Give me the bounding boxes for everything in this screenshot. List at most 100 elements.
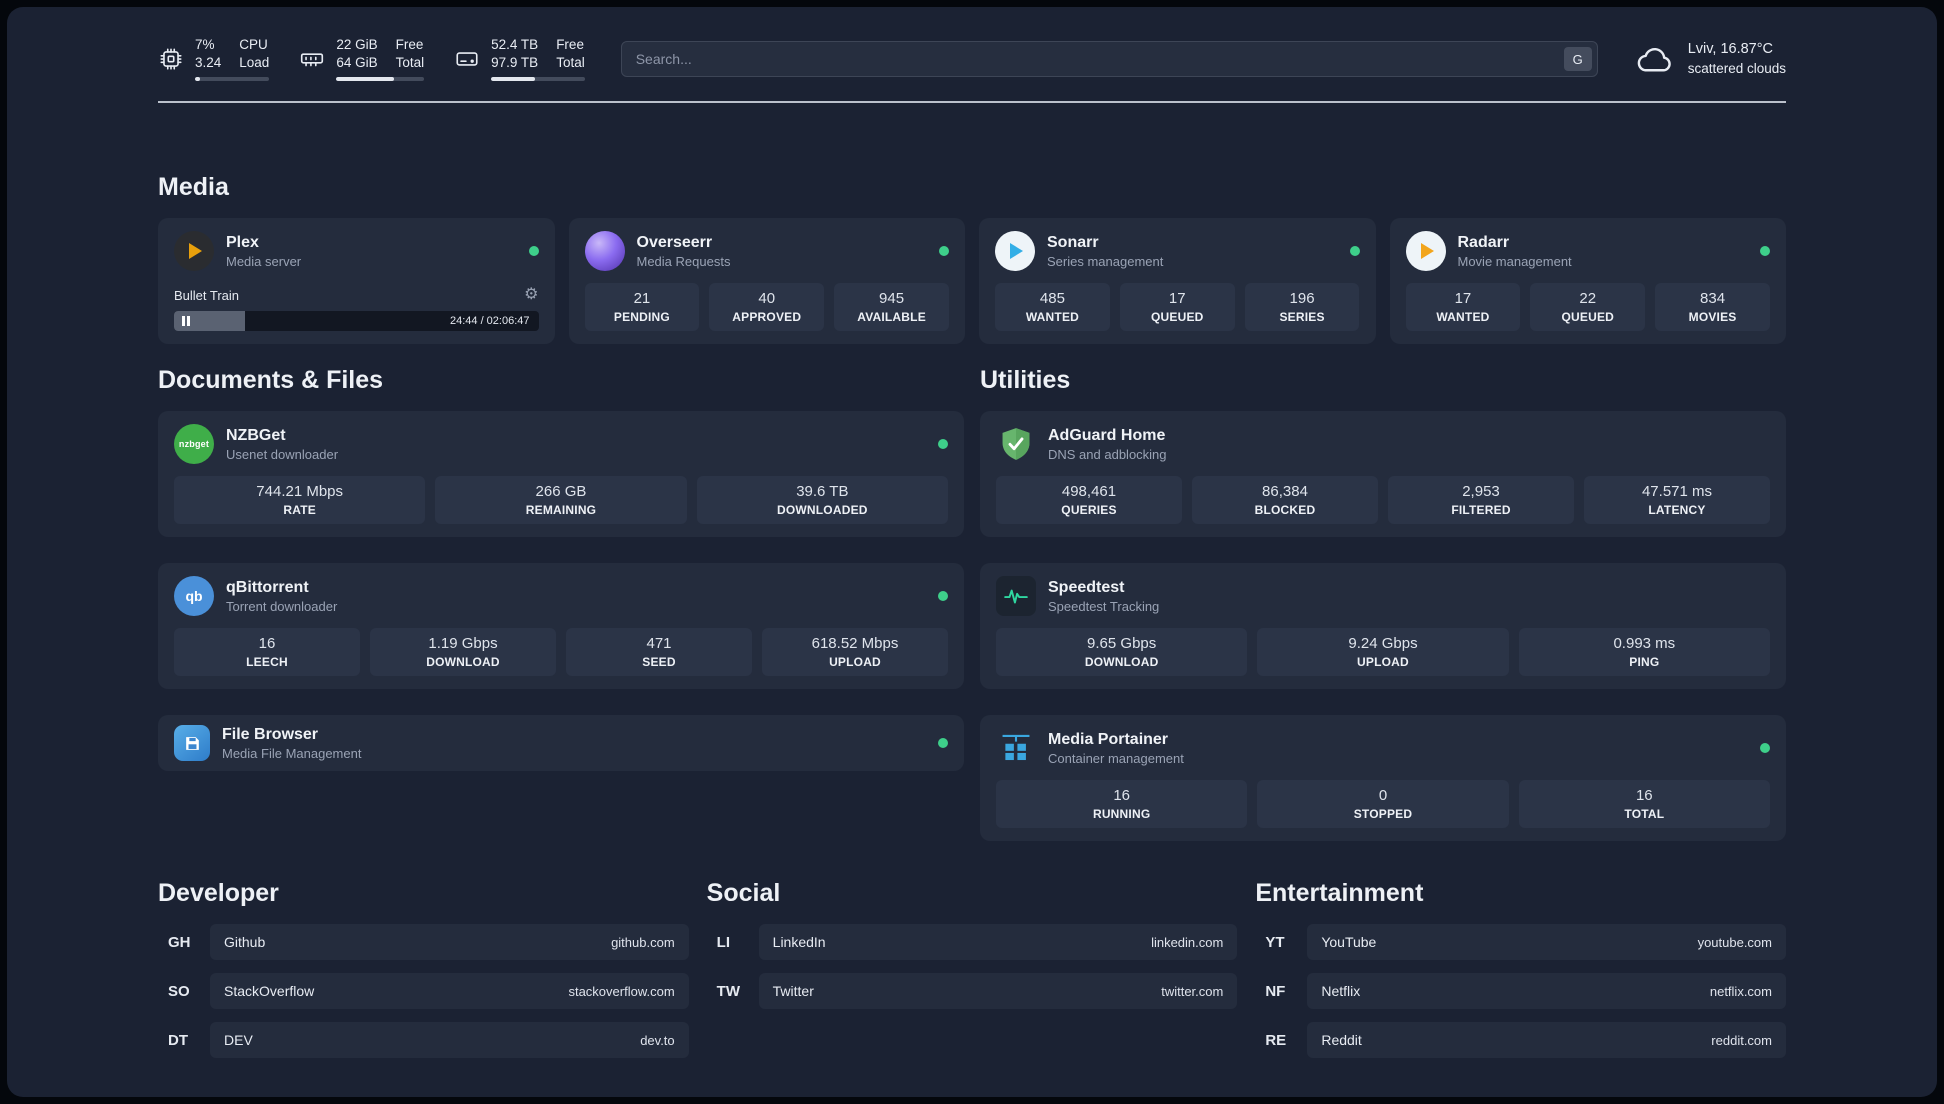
stat-label: QUEUED — [1561, 310, 1615, 325]
stat-value: 0.993 ms — [1613, 635, 1676, 653]
bookmark-twitter[interactable]: TW Twitter twitter.com — [707, 973, 1238, 1010]
stat-tile: 1.19 Gbps DOWNLOAD — [370, 628, 556, 677]
app-name: Sonarr — [1047, 233, 1099, 251]
gear-icon[interactable]: ⚙ — [524, 287, 538, 303]
status-dot — [938, 591, 948, 602]
radarr-card[interactable]: Radarr Movie management 17 WANTED 22 QUEUE… — [1389, 218, 1786, 345]
cpu-load-value: 3.24 — [195, 55, 222, 71]
bookmark-github[interactable]: GH Github github.com — [158, 924, 689, 961]
stat-value: 196 — [1289, 290, 1315, 308]
app-subtitle: Series management — [1047, 253, 1164, 269]
app-name: Overseerr — [636, 233, 713, 251]
bookmark-stackoverflow[interactable]: SO StackOverflow stackoverflow.com — [158, 973, 689, 1010]
cpu-widget: 7% CPU 3.24 Load — [158, 37, 270, 82]
bookmark-abbr: DT — [168, 1031, 188, 1049]
speedtest-graph-icon — [996, 576, 1036, 617]
stat-tile: 86,384 BLOCKED — [1192, 476, 1378, 525]
pause-button[interactable] — [182, 316, 190, 327]
status-dot — [1760, 246, 1770, 257]
section-media: Media Plex Media server Bullet Train ⚙ 2… — [158, 173, 1786, 345]
stat-tile: 17 WANTED — [1405, 283, 1521, 332]
qbittorrent-card[interactable]: qb qBittorrent Torrent downloader 16 LEEC… — [158, 563, 964, 690]
adguard-card[interactable]: AdGuard Home DNS and adblocking 498,461 Q… — [980, 411, 1786, 538]
bookmark-abbr: GH — [168, 933, 191, 951]
stat-label: DOWNLOADED — [776, 503, 868, 518]
bookmark-youtube[interactable]: YT YouTube youtube.com — [1255, 924, 1786, 961]
portainer-card[interactable]: Media Portainer Container management 16 R… — [980, 715, 1786, 842]
app-subtitle: DNS and adblocking — [1048, 446, 1167, 462]
filebrowser-card[interactable]: File Browser Media File Management — [158, 715, 964, 772]
app-subtitle: Media File Management — [222, 745, 362, 761]
stat-tile: 39.6 TB DOWNLOADED — [696, 476, 948, 525]
stat-label: RUNNING — [1092, 807, 1151, 822]
stat-value: 834 — [1700, 290, 1726, 308]
plex-now-playing: Bullet Train ⚙ 24:44 / 02:06:47 — [174, 277, 539, 332]
stat-label: SEED — [642, 655, 676, 670]
cpu-icon — [158, 46, 184, 72]
section-title-social: Social — [706, 879, 781, 908]
playback-time: 24:44 / 02:06:47 — [449, 315, 530, 328]
app-subtitle: Movie management — [1457, 253, 1572, 269]
disk-total-label: Total — [556, 55, 585, 71]
stat-value: 744.21 Mbps — [256, 483, 344, 501]
stat-value: 0 — [1378, 787, 1388, 805]
app-subtitle: Container management — [1048, 750, 1184, 766]
ram-free-value: 22 GiB — [336, 37, 378, 52]
bookmark-url: github.com — [611, 934, 675, 950]
stat-tile: 744.21 Mbps RATE — [174, 476, 426, 525]
stat-tile: 16 LEECH — [174, 628, 360, 677]
stat-value: 16 — [258, 635, 276, 653]
cpu-usage-label: CPU — [239, 37, 268, 52]
app-name: Plex — [226, 233, 259, 251]
speedtest-card[interactable]: Speedtest Speedtest Tracking 9.65 Gbps DO… — [980, 563, 1786, 690]
overseerr-card[interactable]: Overseerr Media Requests 21 PENDING 40 APP… — [568, 218, 965, 345]
stat-value: 2,953 — [1462, 483, 1500, 501]
stat-tile: 485 WANTED — [995, 283, 1110, 332]
stat-label: DOWNLOAD — [426, 655, 500, 670]
bookmark-linkedin[interactable]: LI LinkedIn linkedin.com — [707, 924, 1238, 961]
section-utilities: Utilities AdGuard Home DNS and adblockin… — [980, 366, 1786, 842]
app-subtitle: Media server — [226, 253, 302, 269]
status-dot — [939, 246, 949, 257]
stat-value: 618.52 Mbps — [811, 635, 899, 653]
ram-icon — [299, 46, 325, 72]
app-subtitle: Speedtest Tracking — [1048, 598, 1160, 614]
weather-condition: scattered clouds — [1687, 60, 1786, 76]
stat-value: 9.65 Gbps — [1087, 635, 1157, 653]
status-dot — [1349, 246, 1360, 257]
stat-value: 485 — [1039, 290, 1065, 308]
bookmark-netflix[interactable]: NF Netflix netflix.com — [1255, 973, 1786, 1010]
bookmark-name: Reddit — [1321, 1032, 1362, 1049]
search-engine-button[interactable]: G — [1563, 47, 1592, 72]
search-input[interactable] — [620, 41, 1598, 78]
bookmark-dev[interactable]: DT DEV dev.to — [158, 1022, 689, 1059]
sonarr-card[interactable]: Sonarr Series management 485 WANTED 17 QUE… — [979, 218, 1376, 345]
stat-value: 40 — [758, 290, 776, 308]
bookmark-url: twitter.com — [1161, 983, 1224, 999]
now-playing-title: Bullet Train — [174, 287, 240, 303]
stat-label: LATENCY — [1648, 503, 1706, 518]
status-dot — [938, 439, 948, 450]
ram-widget: 22 GiB Free 64 GiB Total — [299, 37, 425, 82]
status-dot — [1760, 743, 1770, 754]
plex-card[interactable]: Plex Media server Bullet Train ⚙ 24:44 /… — [158, 218, 555, 345]
bookmark-url: linkedin.com — [1151, 934, 1224, 950]
stat-label: PENDING — [613, 310, 670, 325]
stat-tile: 17 QUEUED — [1119, 283, 1235, 332]
stat-value: 17 — [1168, 290, 1186, 308]
nzbget-card[interactable]: nzbget NZBGet Usenet downloader 744.21 M… — [158, 411, 964, 538]
cpu-usage-value: 7% — [195, 37, 215, 52]
ram-total-value: 64 GiB — [336, 55, 378, 71]
bookmark-reddit[interactable]: RE Reddit reddit.com — [1255, 1022, 1786, 1059]
stat-tile: 16 TOTAL — [1518, 780, 1770, 829]
stat-label: RATE — [283, 503, 316, 518]
stat-tile: 618.52 Mbps UPLOAD — [762, 628, 948, 677]
stat-tile: 196 SERIES — [1244, 283, 1360, 332]
stat-label: MOVIES — [1688, 310, 1737, 325]
bookmark-name: Twitter — [772, 983, 814, 1000]
cpu-load-label: Load — [239, 55, 270, 71]
app-name: File Browser — [222, 725, 319, 743]
section-title-utilities: Utilities — [980, 366, 1071, 395]
stat-tile: 834 MOVIES — [1655, 283, 1770, 332]
bookmark-abbr: RE — [1265, 1031, 1287, 1049]
